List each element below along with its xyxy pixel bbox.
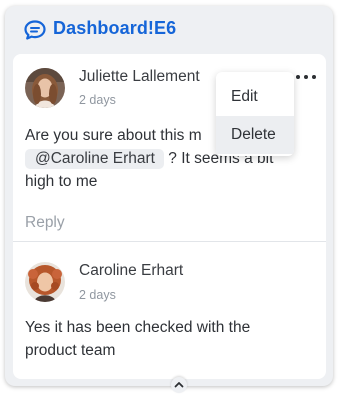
comment-item: Caroline Erhart 2 days Yes it has been c… xyxy=(13,242,326,379)
panel-header: Dashboard!E6 xyxy=(5,6,333,52)
panel-title: Dashboard!E6 xyxy=(53,18,177,38)
avatar xyxy=(25,68,65,108)
more-horizontal-icon[interactable] xyxy=(296,71,316,83)
comment-author: Juliette Lallement xyxy=(79,68,200,85)
comment-time: 2 days xyxy=(79,288,116,302)
collapse-handle[interactable] xyxy=(171,377,187,393)
avatar xyxy=(25,262,65,302)
reply-button[interactable]: Reply xyxy=(25,214,65,232)
comment-body: Yes it has been checked with the product… xyxy=(25,316,315,362)
comment-body-line: high to me xyxy=(25,173,98,190)
context-menu: Edit Delete xyxy=(216,72,294,156)
mention-tag[interactable]: @Caroline Erhart xyxy=(25,149,164,169)
comment-item: Juliette Lallement 2 days Are you sure a… xyxy=(13,54,326,237)
menu-item-edit[interactable]: Edit xyxy=(216,78,294,116)
comment-author: Caroline Erhart xyxy=(79,262,184,279)
comment-time: 2 days xyxy=(79,93,116,107)
comment-icon xyxy=(24,20,46,40)
comment-body-line: Yes it has been checked with the xyxy=(25,319,251,336)
chevron-up-icon xyxy=(174,382,184,388)
menu-item-delete[interactable]: Delete xyxy=(216,116,294,154)
comment-thread: Juliette Lallement 2 days Are you sure a… xyxy=(13,54,326,379)
comment-text: Are you sure about this m xyxy=(25,127,202,144)
comment-panel: Dashboard!E6 Juliette Lallement 2 days A… xyxy=(5,6,333,386)
comment-body-line: product team xyxy=(25,342,116,359)
